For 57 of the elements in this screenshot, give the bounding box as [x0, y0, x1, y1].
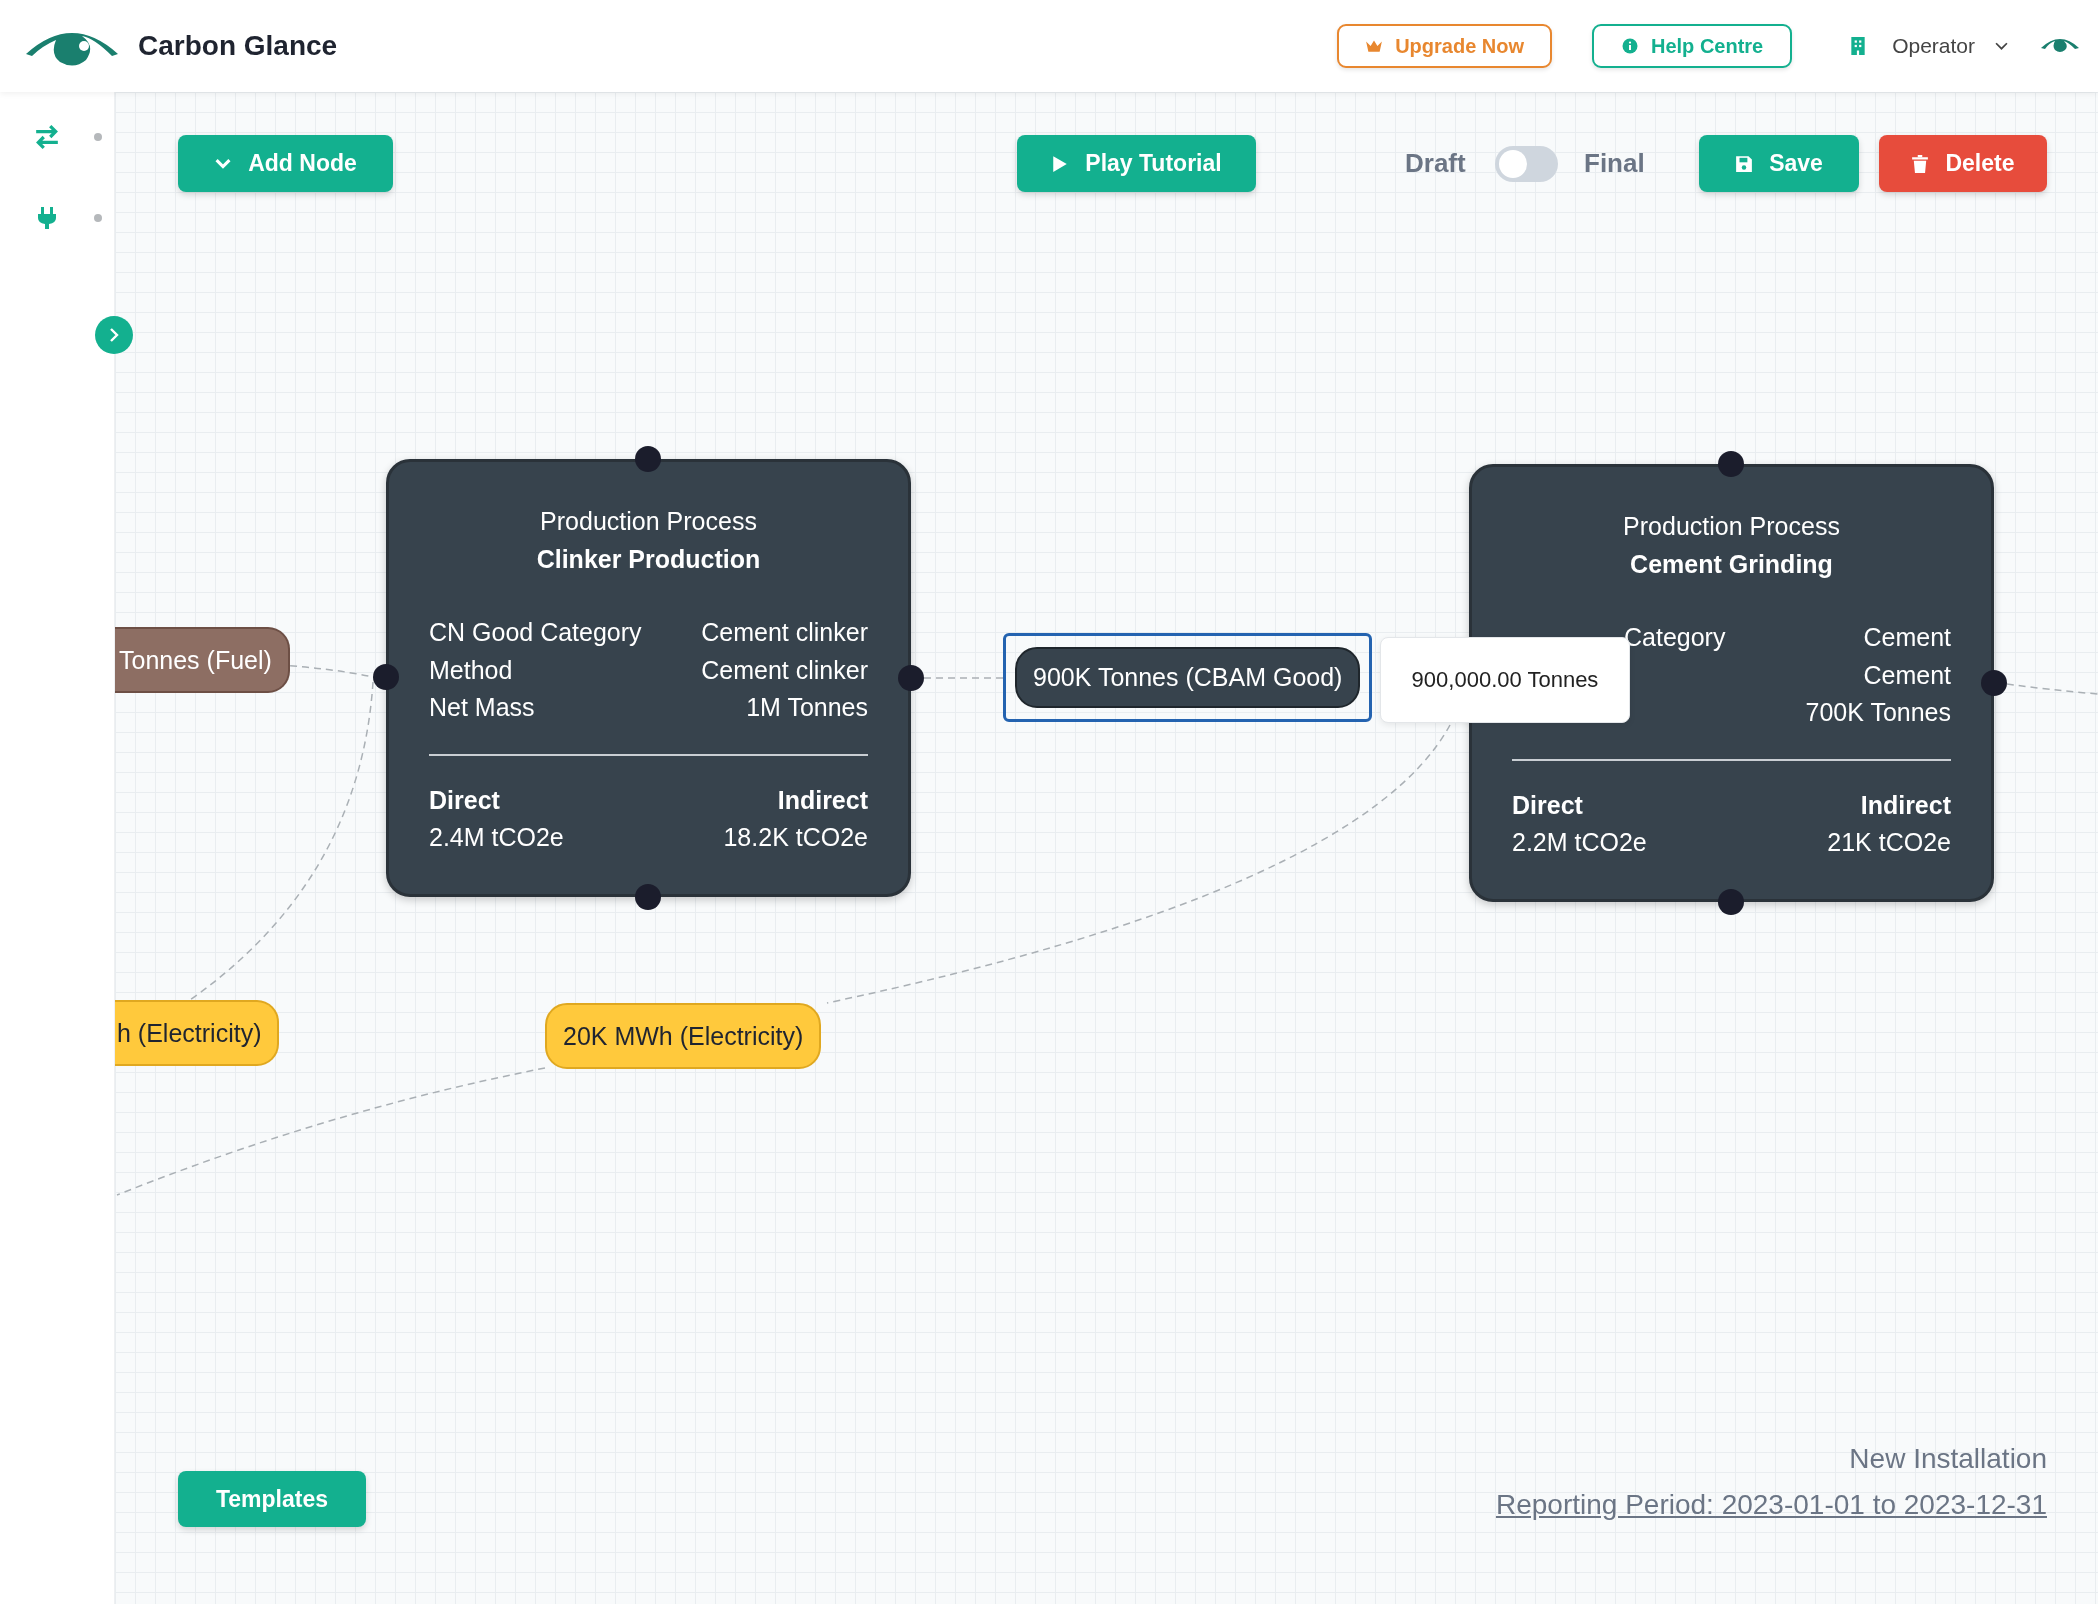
property-value: 700K Tonnes: [1805, 697, 1951, 728]
flow-pill[interactable]: Tonnes (Fuel): [115, 627, 290, 693]
status-dot: [94, 214, 102, 222]
property-value: Cement: [1863, 659, 1951, 691]
expand-sidebar-button[interactable]: [95, 316, 133, 354]
emission-label: Direct: [1512, 789, 1584, 821]
node-title: Cement Grinding: [1629, 549, 1834, 580]
emission-value: 2.4M tCO2e: [429, 821, 564, 853]
trash-icon: [1911, 154, 1930, 173]
delete-button[interactable]: Delete: [1879, 135, 2047, 192]
status-dot: [94, 133, 102, 141]
property-value: Cement clinker: [701, 654, 868, 686]
emission-label: Direct: [429, 784, 501, 816]
operator-dropdown[interactable]: Operator: [1892, 34, 2008, 58]
building-icon: [1850, 36, 1867, 56]
connection-handle[interactable]: [1718, 889, 1744, 915]
flow-pill[interactable]: 900K Tonnes (CBAM Good): [1015, 647, 1361, 708]
connection-handle[interactable]: [635, 446, 661, 472]
info-icon: [1621, 38, 1639, 54]
emission-label: Indirect: [1859, 789, 1951, 821]
help-centre-button[interactable]: Help Centre: [1592, 24, 1793, 68]
chevron-right-icon: [108, 327, 120, 343]
emission-label: Indirect: [776, 784, 868, 816]
crown-icon: [1365, 38, 1384, 54]
connection-handle[interactable]: [898, 665, 924, 691]
app-name: Carbon Glance: [138, 30, 338, 62]
templates-button[interactable]: Templates: [178, 1471, 366, 1527]
connection-handle[interactable]: [1718, 451, 1744, 477]
connection-handle[interactable]: [1981, 670, 2007, 696]
property-label: Net Mass: [429, 692, 535, 723]
property-value: Cement: [1863, 622, 1951, 653]
draft-label: Draft: [1405, 148, 1466, 179]
process-node[interactable]: Production Process Clinker Production CN Good Category Cement clinker Method Cement clinker Net Mass 1M Tonnes Direct 2.4M tCO2e Indirect 18.2K tCO2e: [386, 459, 911, 897]
node-type: Production Process: [539, 506, 758, 537]
connection-handle[interactable]: [373, 664, 399, 690]
property-label: Method: [429, 654, 513, 686]
emission-value: 2.2M tCO2e: [1512, 826, 1647, 858]
connection-handle[interactable]: [635, 884, 661, 910]
flow-pill[interactable]: 20K MWh (Electricity): [545, 1003, 822, 1069]
emission-value: 21K tCO2e: [1827, 826, 1951, 858]
add-node-button[interactable]: Add Node: [178, 135, 393, 192]
swap-arrows-icon[interactable]: [34, 125, 60, 149]
play-tutorial-button[interactable]: Play Tutorial: [1017, 135, 1256, 192]
node-title: Clinker Production: [535, 544, 762, 575]
property-value: 1M Tonnes: [746, 692, 868, 723]
emission-value: 18.2K tCO2e: [723, 821, 868, 853]
flow-pill[interactable]: h (Electricity): [115, 1000, 280, 1066]
node-type: Production Process: [1622, 511, 1841, 542]
property-value: Cement clinker: [701, 617, 868, 648]
installation-name: New Installation: [1849, 1443, 2047, 1475]
reporting-period-link[interactable]: Reporting Period: 2023-01-01 to 2023-12-31: [1495, 1489, 2047, 1521]
chevron-down-icon: [1995, 41, 2008, 51]
draft-final-toggle[interactable]: [1495, 146, 1558, 182]
property-label: CN Good Category: [429, 617, 642, 648]
upgrade-button[interactable]: Upgrade Now: [1337, 24, 1553, 68]
final-label: Final: [1584, 148, 1645, 179]
save-button[interactable]: Save: [1699, 135, 1859, 192]
